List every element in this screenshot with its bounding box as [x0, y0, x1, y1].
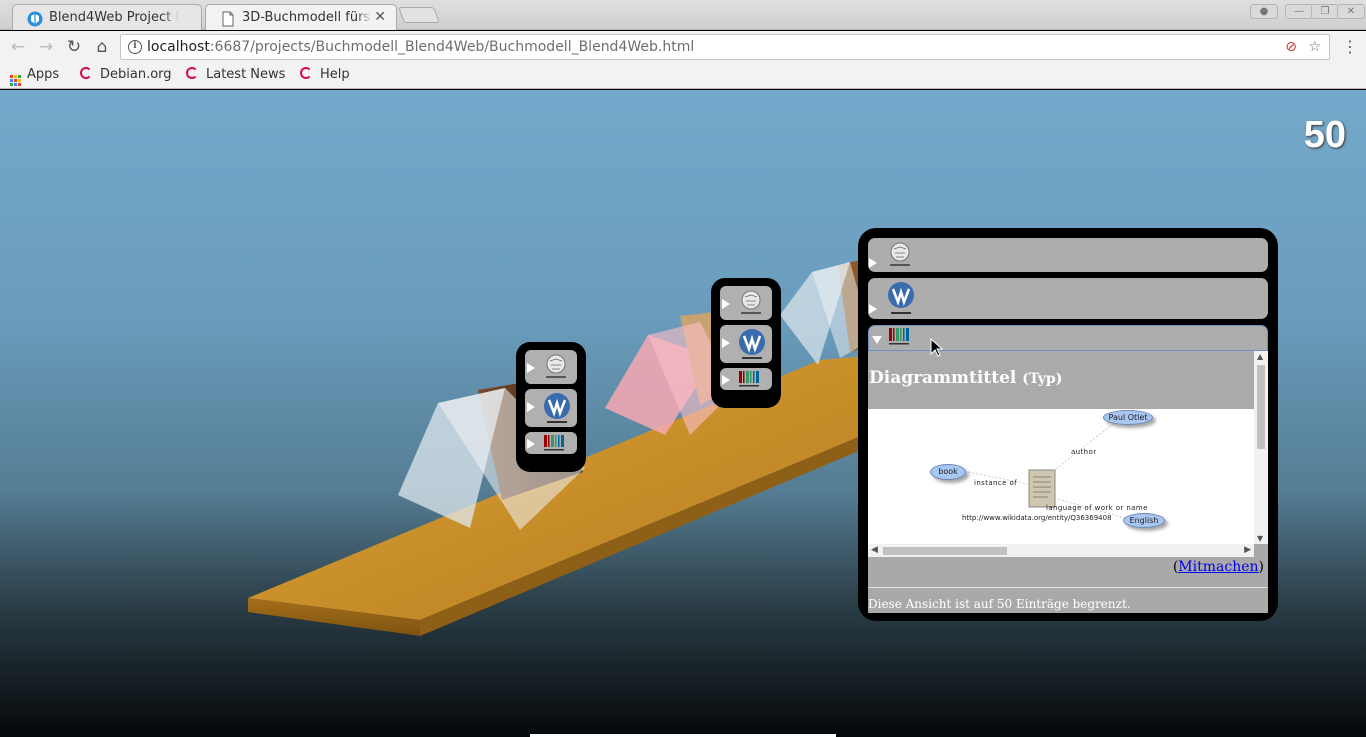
- mouse-cursor-icon: [930, 338, 944, 357]
- wikisource-logo-icon: [739, 329, 765, 359]
- wikidata-logo-icon: [544, 435, 564, 451]
- wikipedia-logo-icon: [741, 290, 761, 314]
- tab-blend4web-project-manager[interactable]: Blend4Web Project M: [12, 4, 202, 30]
- wikidata-link-row[interactable]: [720, 368, 772, 390]
- bookmark-debian[interactable]: Debian.org: [80, 67, 172, 82]
- graph-edges: [967, 423, 1129, 520]
- tab-buchmodell[interactable]: 3D-Buchmodell fürs W ✕: [205, 4, 397, 30]
- wikipedia-logo-icon: [546, 354, 566, 378]
- book-link-popup[interactable]: [516, 342, 586, 472]
- expand-arrow-icon: [722, 338, 730, 348]
- bookmarks-bar: Apps Debian.org Latest News Help: [0, 63, 1366, 89]
- blend4web-icon: [27, 11, 43, 27]
- expand-arrow-icon: [527, 402, 535, 412]
- wikidata-logo-icon: [739, 371, 759, 387]
- wikisource-link-row[interactable]: [720, 325, 772, 363]
- scrollbar-thumb[interactable]: [883, 547, 1007, 555]
- paren-close: ): [1258, 559, 1264, 575]
- bookmark-label: Apps: [27, 67, 60, 82]
- entity-url: http://www.wikidata.org/entity/Q36369408: [962, 514, 1112, 522]
- bookmark-label: Latest News: [206, 67, 286, 82]
- back-icon[interactable]: ←: [8, 37, 28, 57]
- edge-label-author: author: [1071, 448, 1097, 456]
- debian-swirl-icon: [300, 67, 312, 79]
- wikidata-graph[interactable]: book Paul Otlet English author instance …: [868, 409, 1254, 543]
- bookmark-help[interactable]: Help: [300, 67, 350, 82]
- tab-strip: Blend4Web Project M 3D-Buchmodell fürs W…: [0, 0, 1366, 30]
- scrollbar-thumb[interactable]: [1257, 365, 1265, 449]
- wikisource-link-row[interactable]: [525, 389, 577, 427]
- bookmark-latest-news[interactable]: Latest News: [186, 67, 285, 82]
- bookmark-star-icon[interactable]: ☆: [1308, 39, 1321, 55]
- edge-label-instance-of: instance of: [974, 479, 1018, 487]
- graph-heading: Diagrammtittel (Typ): [868, 351, 1254, 409]
- limit-note: Diese Ansicht ist auf 50 Einträge begren…: [868, 597, 1131, 611]
- 3d-viewport[interactable]: 50 Diagrammtittel (Typ) book Paul Otlet …: [0, 90, 1366, 737]
- wikidata-graph-frame[interactable]: Diagrammtittel (Typ) book Paul Otlet Eng…: [868, 351, 1254, 557]
- expand-arrow-icon: [527, 363, 535, 373]
- graph-type: (Typ): [1022, 371, 1063, 387]
- browser-menu-icon[interactable]: ⋮: [1342, 37, 1358, 56]
- edge-label-language: language of work or name: [1046, 504, 1148, 512]
- scroll-right-icon[interactable]: ▶: [1244, 545, 1251, 555]
- vertical-scrollbar[interactable]: ▲ ▼: [1254, 351, 1268, 544]
- collapse-arrow-icon: [872, 336, 882, 344]
- debian-swirl-icon: [80, 67, 92, 79]
- scroll-left-icon[interactable]: ◀: [871, 545, 878, 555]
- reload-icon[interactable]: ↻: [64, 37, 84, 57]
- expand-arrow-icon: [869, 258, 877, 268]
- site-info-icon[interactable]: i: [128, 40, 142, 54]
- wikipedia-link-row[interactable]: [868, 238, 1268, 272]
- scroll-down-icon[interactable]: ▼: [1257, 534, 1263, 543]
- divider: [868, 587, 1268, 588]
- close-tab-icon[interactable]: ✕: [374, 9, 386, 25]
- wikidata-logo-icon: [889, 328, 909, 345]
- contribute-line: (Mitmachen): [1173, 559, 1264, 575]
- tab-title: 3D-Buchmodell fürs W: [242, 10, 372, 25]
- expand-arrow-icon: [722, 375, 730, 385]
- url-path: :6687/projects/Buchmodell_Blend4Web/Buch…: [209, 39, 695, 55]
- tab-title: Blend4Web Project M: [49, 10, 179, 25]
- wikipedia-link-row[interactable]: [720, 286, 772, 320]
- restore-button[interactable]: ❐: [1311, 4, 1339, 19]
- expand-arrow-icon: [527, 439, 535, 449]
- minimize-button[interactable]: —: [1285, 4, 1313, 19]
- wikipedia-logo-icon: [890, 242, 910, 266]
- entry-counter: 50: [1303, 114, 1346, 156]
- bookmark-apps[interactable]: Apps: [10, 67, 59, 86]
- home-icon[interactable]: ⌂: [92, 37, 112, 57]
- wikidata-link-row[interactable]: [525, 432, 577, 454]
- page-icon: [222, 11, 234, 27]
- graph-node-paul-otlet[interactable]: Paul Otlet: [1103, 410, 1153, 425]
- url-host: localhost: [147, 39, 210, 55]
- wikisource-link-row[interactable]: [868, 278, 1268, 319]
- graph-title: Diagrammtittel: [869, 368, 1017, 388]
- bookmark-label: Debian.org: [100, 67, 172, 82]
- new-tab-button[interactable]: [398, 7, 440, 23]
- graph-node-book[interactable]: book: [930, 464, 966, 480]
- forward-icon[interactable]: →: [36, 37, 56, 57]
- blocked-content-icon[interactable]: ⊘: [1285, 39, 1297, 55]
- address-bar[interactable]: i localhost:6687/projects/Buchmodell_Ble…: [120, 34, 1330, 60]
- book-link-popup[interactable]: [711, 278, 781, 408]
- wikisource-logo-icon: [544, 393, 570, 423]
- profile-icon[interactable]: ●: [1250, 4, 1278, 19]
- contribute-link[interactable]: Mitmachen: [1178, 559, 1258, 575]
- wikidata-content: Diagrammtittel (Typ) book Paul Otlet Eng…: [868, 351, 1268, 613]
- apps-grid-icon: [10, 75, 21, 86]
- scroll-up-icon[interactable]: ▲: [1257, 352, 1263, 361]
- book-thumbnail-icon: [1028, 469, 1056, 508]
- bookmark-label: Help: [320, 67, 350, 82]
- debian-swirl-icon: [186, 67, 198, 79]
- graph-node-english[interactable]: English: [1123, 513, 1165, 528]
- expand-arrow-icon: [722, 299, 730, 309]
- wikidata-link-row[interactable]: [868, 325, 1268, 351]
- wikipedia-link-row[interactable]: [525, 350, 577, 384]
- horizontal-scrollbar[interactable]: ◀ ▶: [868, 544, 1254, 557]
- book-info-panel[interactable]: Diagrammtittel (Typ) book Paul Otlet Eng…: [858, 228, 1278, 621]
- close-window-button[interactable]: ✕: [1337, 4, 1365, 19]
- expand-arrow-icon: [869, 304, 877, 314]
- browser-toolbar: ← → ↻ ⌂ i localhost:6687/projects/Buchmo…: [0, 31, 1366, 63]
- wikisource-logo-icon: [888, 282, 914, 314]
